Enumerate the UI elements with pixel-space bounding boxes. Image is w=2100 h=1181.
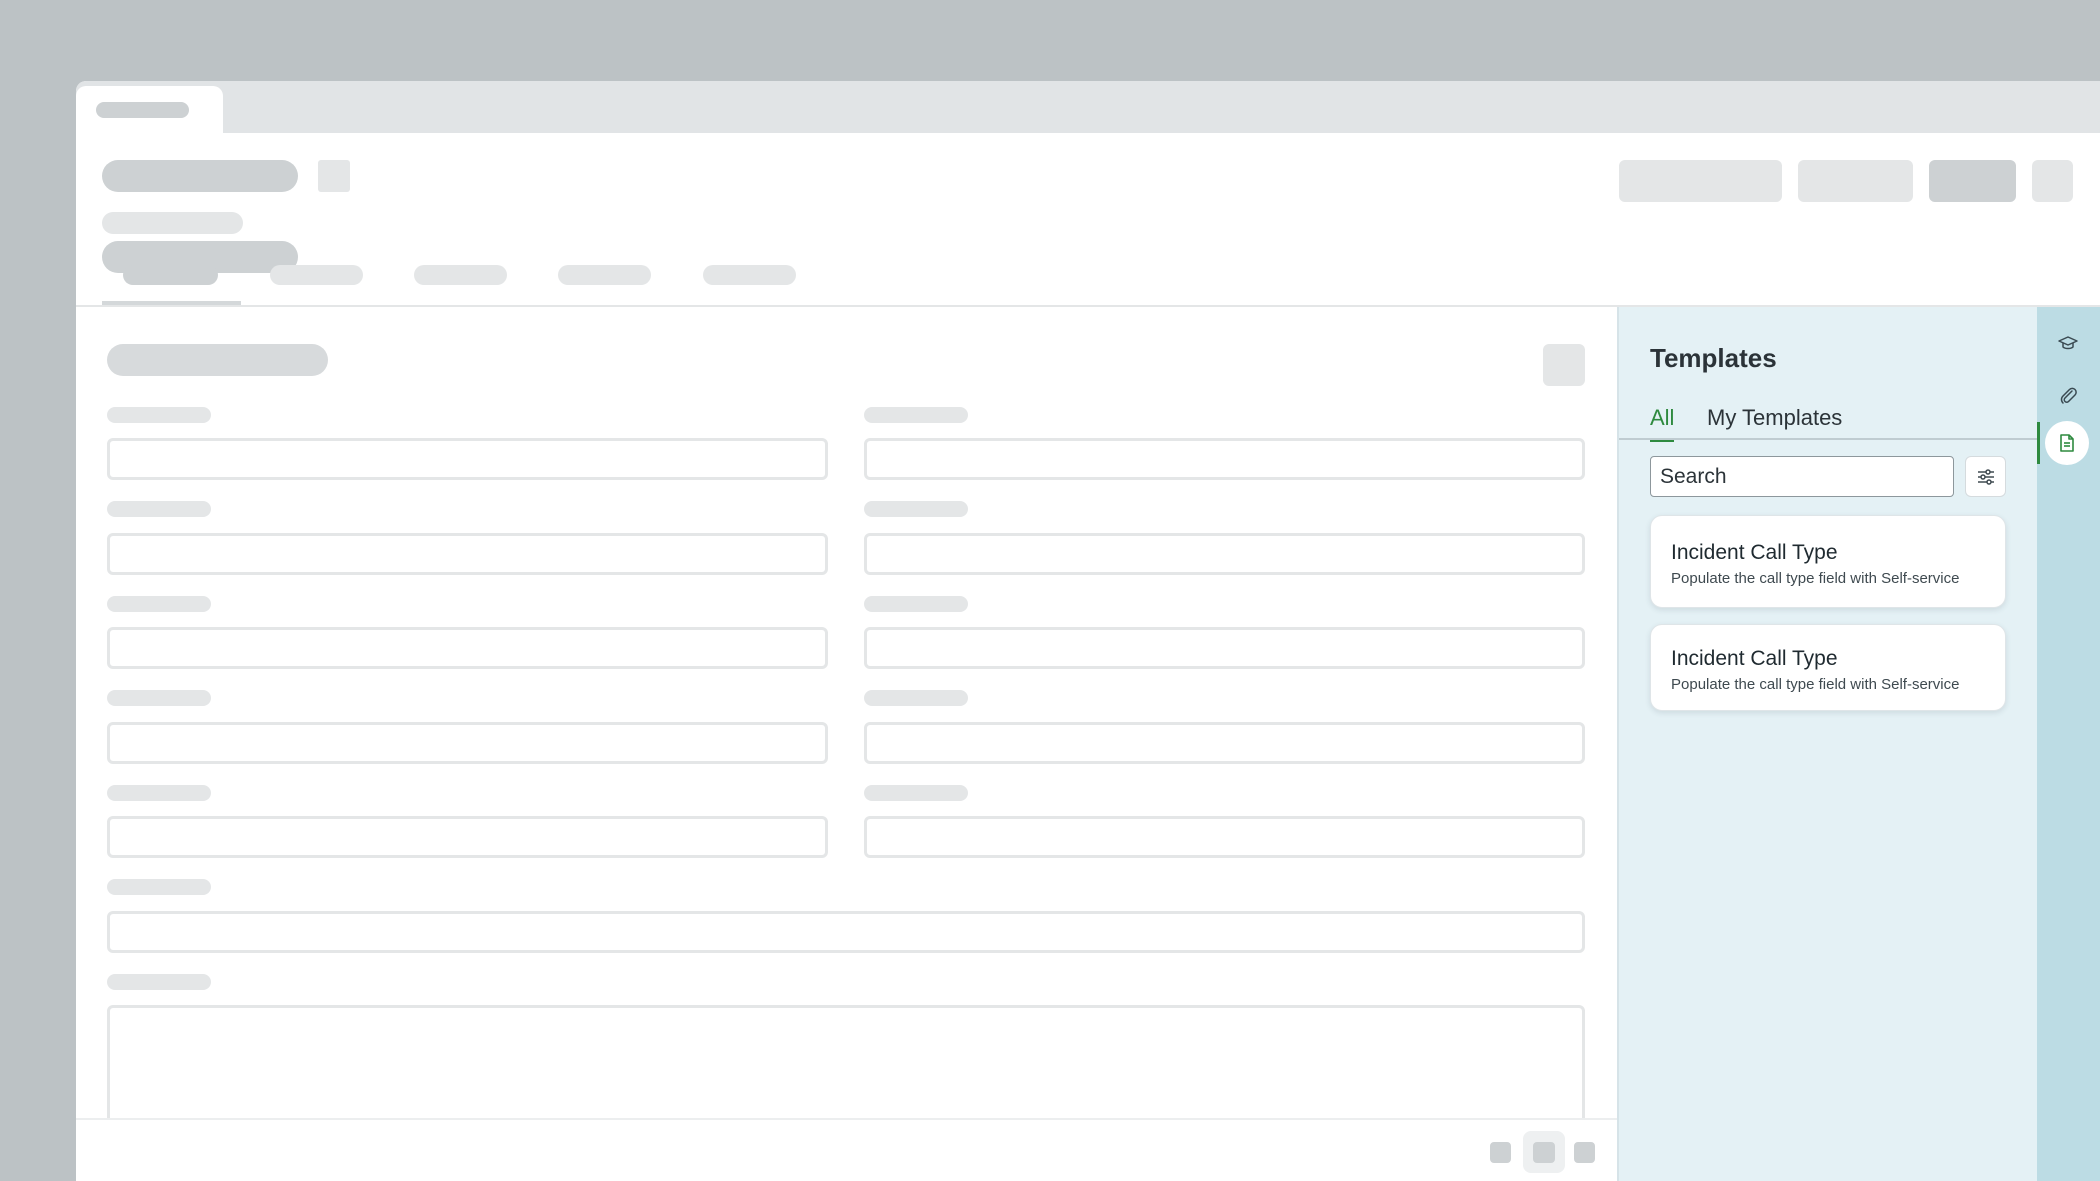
- form-field-input-wide[interactable]: [107, 911, 1585, 953]
- field-label-placeholder: [107, 974, 211, 990]
- rail-active-indicator: [2037, 422, 2040, 464]
- graduation-cap-icon: [2058, 336, 2078, 350]
- record-tab-5[interactable]: [703, 265, 796, 285]
- template-card-title: Incident Call Type: [1671, 647, 1838, 670]
- form-field-input[interactable]: [107, 722, 828, 764]
- sliders-icon: [1977, 468, 1994, 485]
- record-tab-4[interactable]: [558, 265, 651, 285]
- footer-control-3[interactable]: [1574, 1142, 1595, 1163]
- field-label-placeholder: [864, 785, 968, 801]
- record-tab-1[interactable]: [123, 265, 218, 285]
- template-card-title: Incident Call Type: [1671, 541, 1838, 564]
- form-field-input[interactable]: [864, 627, 1585, 669]
- footer-control-1[interactable]: [1490, 1142, 1511, 1163]
- rail-templates-button[interactable]: [2045, 421, 2089, 465]
- form-field-input[interactable]: [107, 438, 828, 480]
- document-icon: [2060, 434, 2074, 452]
- record-tab-2[interactable]: [270, 265, 363, 285]
- header-action-button-1[interactable]: [1619, 160, 1782, 202]
- record-title-placeholder: [102, 160, 298, 192]
- template-card-description: Populate the call type field with Self-s…: [1671, 676, 1960, 693]
- template-card[interactable]: Incident Call Type Populate the call typ…: [1650, 624, 2006, 711]
- tab-my-templates[interactable]: My Templates: [1707, 405, 1842, 431]
- tab-title-placeholder: [96, 102, 189, 118]
- record-tab-1-underline: [102, 301, 241, 305]
- panel-title: Templates: [1650, 343, 1777, 373]
- field-label-placeholder: [107, 596, 211, 612]
- form-field-input[interactable]: [864, 816, 1585, 858]
- template-card-description: Populate the call type field with Self-s…: [1671, 570, 1960, 587]
- form-field-input[interactable]: [864, 722, 1585, 764]
- search-input[interactable]: [1650, 456, 1954, 497]
- field-label-placeholder: [864, 407, 968, 423]
- footer-control-2-bg[interactable]: [1523, 1131, 1565, 1173]
- field-label-placeholder: [107, 785, 211, 801]
- rail-attachments-button[interactable]: [2050, 377, 2086, 413]
- browser-tab-strip: [76, 81, 2100, 133]
- field-label-placeholder: [107, 407, 211, 423]
- section-action-placeholder[interactable]: [1543, 344, 1585, 386]
- field-label-placeholder: [864, 690, 968, 706]
- header-action-button-2[interactable]: [1798, 160, 1913, 202]
- section-title-placeholder: [107, 344, 328, 376]
- templates-panel: Templates All My Templates Incident Call…: [1617, 307, 2039, 1181]
- footer-control-2: [1533, 1142, 1555, 1163]
- favorite-icon-placeholder[interactable]: [318, 160, 350, 192]
- filter-button[interactable]: [1965, 456, 2006, 497]
- field-label-placeholder: [107, 501, 211, 517]
- field-label-placeholder: [107, 879, 211, 895]
- record-subtitle-placeholder: [102, 212, 243, 234]
- paperclip-icon: [2060, 387, 2077, 404]
- form-field-input[interactable]: [107, 816, 828, 858]
- browser-tab-active[interactable]: [76, 86, 223, 133]
- field-label-placeholder: [107, 690, 211, 706]
- form-field-input[interactable]: [864, 533, 1585, 575]
- rail-learning-button[interactable]: [2050, 325, 2086, 361]
- form-field-input[interactable]: [864, 438, 1585, 480]
- side-rail: [2037, 307, 2100, 1181]
- form-field-input[interactable]: [107, 627, 828, 669]
- header-action-button-3[interactable]: [1929, 160, 2016, 202]
- header-more-button[interactable]: [2032, 160, 2073, 202]
- field-label-placeholder: [864, 501, 968, 517]
- field-label-placeholder: [864, 596, 968, 612]
- footer-bar: [76, 1118, 1622, 1181]
- record-tab-3[interactable]: [414, 265, 507, 285]
- template-card[interactable]: Incident Call Type Populate the call typ…: [1650, 515, 2006, 608]
- record-header: [76, 133, 2100, 307]
- tab-all[interactable]: All: [1650, 405, 1675, 442]
- tabs-divider: [1619, 438, 2039, 440]
- form-field-input[interactable]: [107, 533, 828, 575]
